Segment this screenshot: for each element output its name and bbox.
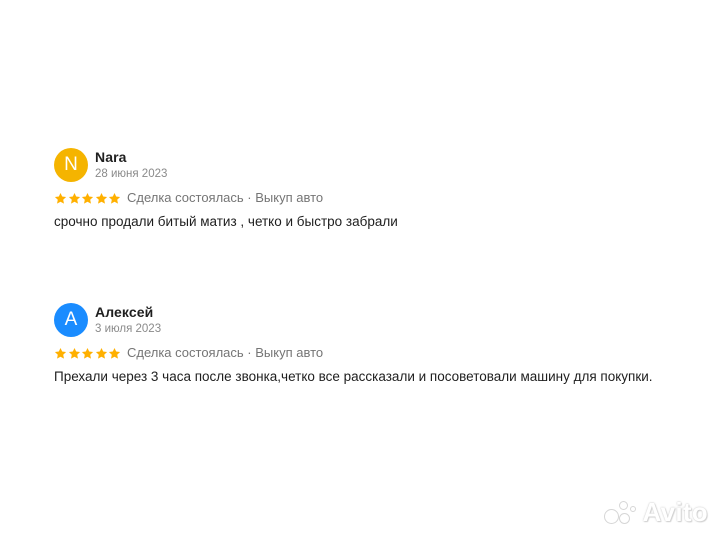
star-icon bbox=[68, 192, 81, 205]
review-header: А Алексей 3 июля 2023 bbox=[54, 303, 694, 337]
reviewer-name[interactable]: Алексей bbox=[95, 304, 161, 321]
avito-logo-icon bbox=[602, 500, 638, 526]
star-icon bbox=[54, 192, 67, 205]
review-card: А Алексей 3 июля 2023 Сделка состоялась … bbox=[54, 303, 694, 386]
review-text: срочно продали битый матиз , четко и быс… bbox=[54, 214, 398, 229]
reviewer-info: Nara 28 июня 2023 bbox=[95, 149, 167, 182]
review-text: Прехали через 3 часа после звонка,четко … bbox=[54, 369, 653, 384]
deal-status: Сделка состоялась · Выкуп авто bbox=[126, 190, 324, 205]
avito-watermark: Avito bbox=[602, 497, 708, 528]
star-icon bbox=[68, 347, 81, 360]
star-icon bbox=[81, 347, 94, 360]
review-meta: Сделка состоялась · Выкуп авто bbox=[54, 345, 694, 361]
star-icon bbox=[108, 192, 121, 205]
review-date: 3 июля 2023 bbox=[95, 322, 162, 335]
reviewer-name[interactable]: Nara bbox=[95, 149, 167, 166]
star-icon bbox=[108, 347, 121, 360]
reviews-page: N Nara 28 июня 2023 Сделка состоялась · … bbox=[0, 0, 720, 540]
star-icon bbox=[95, 347, 108, 360]
avatar[interactable]: N bbox=[54, 148, 88, 182]
reviewer-info: Алексей 3 июля 2023 bbox=[95, 304, 161, 337]
star-icon bbox=[81, 192, 94, 205]
review-header: N Nara 28 июня 2023 bbox=[54, 148, 694, 182]
review-meta: Сделка состоялась · Выкуп авто bbox=[54, 190, 694, 206]
avito-watermark-text: Avito bbox=[642, 497, 708, 527]
star-rating bbox=[54, 347, 122, 360]
avatar[interactable]: А bbox=[54, 303, 88, 337]
deal-status: Сделка состоялась · Выкуп авто bbox=[126, 345, 324, 360]
review-date: 28 июня 2023 bbox=[95, 167, 168, 180]
star-rating bbox=[54, 192, 122, 205]
star-icon bbox=[95, 192, 108, 205]
review-card: N Nara 28 июня 2023 Сделка состоялась · … bbox=[54, 148, 694, 231]
star-icon bbox=[54, 347, 67, 360]
